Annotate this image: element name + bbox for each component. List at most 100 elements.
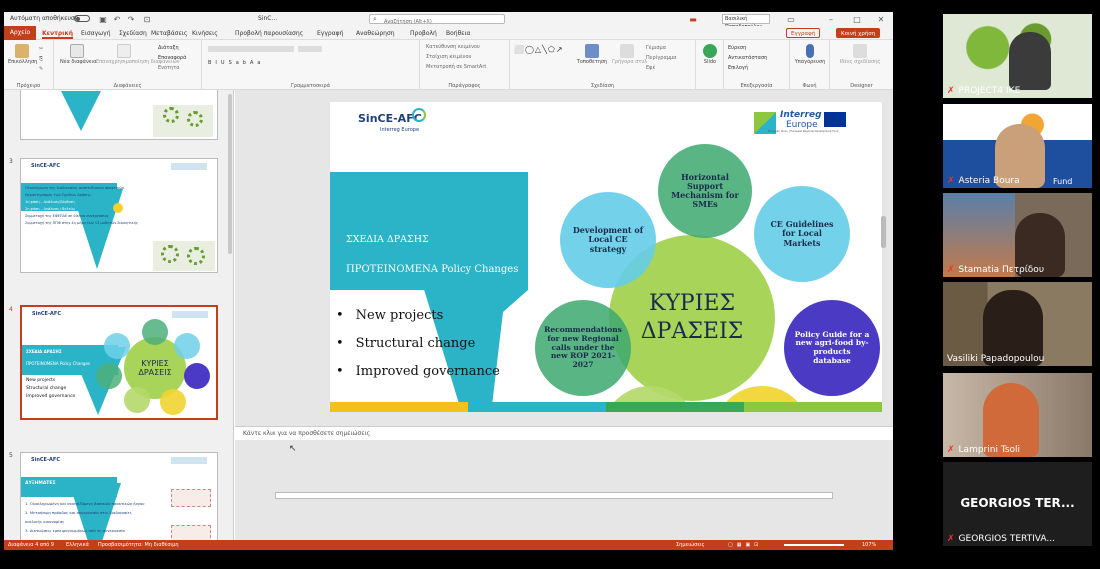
tab-help[interactable]: Βοήθεια <box>446 28 471 39</box>
tab-slideshow[interactable]: Προβολή παρουσίασης <box>235 28 303 39</box>
record-button[interactable]: Εγγραφή <box>786 28 821 38</box>
find-button[interactable]: Εύρεση <box>728 45 746 51</box>
font-name-select[interactable] <box>208 46 294 52</box>
undo-icon[interactable]: ↶ <box>112 15 122 25</box>
shape-effects-button[interactable]: Εφέ <box>646 65 655 71</box>
tab-home[interactable]: Κεντρική <box>42 28 74 39</box>
new-slide-button[interactable]: Νέα διαφάνεια <box>60 44 96 65</box>
powerpoint-window: Αυτόματη αποθήκευση ▣ ↶ ↷ ⊡ SinC... ⌕ Αν… <box>4 12 893 550</box>
participant-tile[interactable]: GEORGIOS TER... ✗ GEORGIOS TERTIVA... <box>943 462 1092 546</box>
thumb-bullets: New projects Structural change Improved … <box>26 378 76 399</box>
design-ideas-button[interactable]: Ιδέες σχεδίασης <box>838 44 882 65</box>
view-buttons[interactable]: ▢▦▣⊡ <box>728 540 762 550</box>
vertical-scrollbar[interactable] <box>881 216 886 248</box>
smartart-button[interactable]: Μετατροπή σε SmartArt <box>426 64 486 70</box>
slide-thumbnails-pane[interactable]: 3 SinCE-AFC Ολοκλήρωση της διαδικασίας α… <box>4 90 234 540</box>
tab-file[interactable]: Αρχείο <box>4 26 36 40</box>
quick-styles-button[interactable]: Γρήγορα στυλ <box>612 44 647 65</box>
notes-pane[interactable]: Κάντε κλικ για να προσθέσετε σημειώσεις <box>235 426 893 440</box>
notes-toggle[interactable]: Σημειώσεις <box>676 540 705 550</box>
participant-name: ✗ GEORGIOS TERTIVA... <box>947 534 1055 544</box>
slide-thumbnail-5[interactable]: SinCE-AFC ΑΥΞΗΜΑΤΕΣ 1. Ολοκληρωμένη και … <box>20 452 218 540</box>
tab-view[interactable]: Προβολή <box>410 28 437 39</box>
slido-button[interactable]: Slido <box>699 44 721 65</box>
background-fund-text: Fund <box>1053 177 1073 186</box>
participant-tile[interactable]: ✗ PROJECT4 IKE <box>943 14 1092 98</box>
slide-thumbnail-3[interactable]: SinCE-AFC Ολοκλήρωση της διαδικασίας ανα… <box>20 158 218 273</box>
dictate-button[interactable]: Υπαγόρευση <box>793 44 827 65</box>
replace-button[interactable]: Αντικατάσταση <box>728 55 767 61</box>
mic-muted-icon: ✗ <box>947 445 955 455</box>
arrange-button[interactable]: Τοποθέτηση <box>576 44 608 65</box>
accessibility-status[interactable]: Προσβασιμότητα: Μη διαθέσιμη <box>98 540 179 550</box>
text-direction-button[interactable]: Κατεύθυνση κειμένου <box>426 44 480 50</box>
bullet-item: Structural change <box>336 336 500 364</box>
since-logo: SinCE-AFC <box>31 457 60 463</box>
autosave-toggle[interactable] <box>74 15 90 22</box>
section-button[interactable]: Ενότητα <box>158 65 180 71</box>
reset-button[interactable]: Επαναφορά <box>158 55 186 61</box>
participant-name: ✗ PROJECT4 IKE <box>947 86 1021 96</box>
minimize-icon[interactable]: – <box>826 15 836 25</box>
zoom-level[interactable]: 107% <box>862 540 876 550</box>
action-circle-ce-guidelines: CE Guidelines for Local Markets <box>754 186 850 282</box>
language-status[interactable]: Ελληνικά <box>66 540 89 550</box>
cut-icon[interactable]: ✂ <box>39 46 43 52</box>
designer-group: Ιδέες σχεδίασης Designer <box>830 40 893 90</box>
slide-thumbnail-4-selected[interactable]: SinCE-AFC ΣΧΕΔΙΑ ΔΡΑΣΗΣ ΠΡΟΤΕΙΝΟΜΕΝΑ Pol… <box>20 305 218 420</box>
interreg-logo-sub: Europe <box>786 120 818 130</box>
drawing-group: ⬜◯△╲⬠↗ Τοποθέτηση Γρήγορα στυλ Γέμισμα Π… <box>510 40 696 90</box>
format-painter-icon[interactable]: ✎ <box>39 66 43 72</box>
participant-name: ✗ Asteria Boura <box>947 176 1020 186</box>
slide-thumbnail-2[interactable] <box>20 90 218 140</box>
reuse-slides-button[interactable]: Επαναχρησιμοποίηση διαφανειών <box>96 44 180 65</box>
status-bar: Διαφάνεια 4 από 9 Ελληνικά Προσβασιμότητ… <box>4 540 893 550</box>
share-button[interactable]: Κοινή χρήση <box>836 28 881 38</box>
tab-design[interactable]: Σχεδίαση <box>119 28 147 39</box>
gear-icon <box>163 107 179 123</box>
search-input[interactable]: ⌕ Αναζήτηση (Alt+Χ) <box>369 14 505 25</box>
redo-icon[interactable]: ↷ <box>126 15 136 25</box>
footer-bar-lime <box>744 402 882 412</box>
tab-record[interactable]: Εγγραφή <box>317 28 343 39</box>
warning-icon[interactable]: ▬ <box>688 15 698 25</box>
horizontal-scrollbar[interactable] <box>275 492 833 499</box>
new-slide-icon <box>70 44 84 58</box>
slide-canvas[interactable]: SinCE-AFC Interreg Europe Interreg Europ… <box>330 102 882 412</box>
paste-button[interactable]: Επικόλληση <box>8 44 37 65</box>
participant-tile[interactable]: ✗ Lamprini Tsoli <box>943 373 1092 457</box>
thumbnails-scrollbar[interactable] <box>228 94 232 254</box>
tab-animations[interactable]: Κινήσεις <box>192 28 218 39</box>
shape-outline-button[interactable]: Περίγραμμα <box>646 55 676 61</box>
account-user[interactable]: Βασιλική Παπαδοπούλου <box>722 14 770 30</box>
layout-button[interactable]: Διάταξη <box>158 45 179 51</box>
participant-tile-active-speaker[interactable]: Vasiliki Papadopoulou <box>943 282 1092 366</box>
maximize-icon[interactable]: □ <box>852 15 862 25</box>
save-icon[interactable]: ▣ <box>98 15 108 25</box>
font-size-select[interactable] <box>298 46 322 52</box>
since-logo: SinCE-AFC <box>32 311 61 317</box>
close-icon[interactable]: ✕ <box>876 15 886 25</box>
participant-tile[interactable]: Fund ✗ Asteria Boura <box>943 104 1092 188</box>
tab-insert[interactable]: Εισαγωγή <box>81 28 111 39</box>
select-button[interactable]: Επιλογή <box>728 65 748 71</box>
ribbon-options-icon[interactable]: ▭ <box>786 15 796 25</box>
reuse-icon <box>117 44 131 58</box>
align-text-button[interactable]: Στοίχιση κειμένου <box>426 54 471 60</box>
slido-group: Slido <box>696 40 724 90</box>
stamp-image <box>171 525 211 540</box>
copy-icon[interactable]: ⎘ <box>39 56 43 62</box>
tab-review[interactable]: Αναθεώρηση <box>356 28 395 39</box>
interreg-logo <box>171 163 207 170</box>
tab-transitions[interactable]: Μεταβάσεις <box>151 28 187 39</box>
slide-editor[interactable]: SinCE-AFC Interreg Europe Interreg Europ… <box>235 90 893 540</box>
action-circle-horizontal-support: Horizontal Support Mechanism for SMEs <box>658 144 752 238</box>
shapes-gallery[interactable]: ⬜◯△╲⬠↗ <box>514 45 564 54</box>
participant-tile[interactable]: ✗ Stamatia Πετρίδου <box>943 193 1092 277</box>
thumb-circle <box>142 319 168 345</box>
font-style-buttons[interactable]: BIUSabAa <box>208 60 264 66</box>
participant-name: Vasiliki Papadopoulou <box>947 354 1045 364</box>
shape-fill-button[interactable]: Γέμισμα <box>646 45 666 51</box>
zoom-slider[interactable] <box>784 544 844 546</box>
present-icon[interactable]: ⊡ <box>142 15 152 25</box>
